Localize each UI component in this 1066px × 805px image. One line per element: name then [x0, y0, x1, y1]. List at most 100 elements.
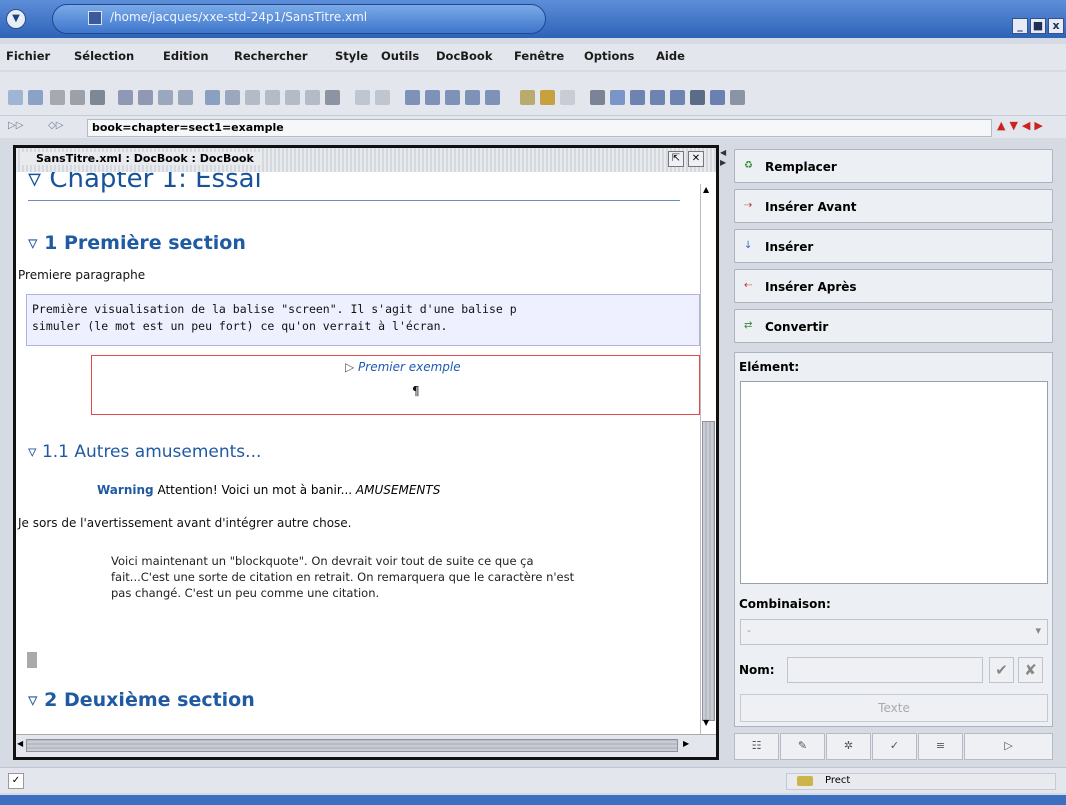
table-row-icon[interactable] [425, 90, 440, 105]
validity-check-icon[interactable]: ✓ [8, 773, 24, 789]
redo-icon[interactable] [138, 90, 153, 105]
vertical-scroll-thumb[interactable] [702, 421, 715, 721]
section-icon[interactable] [730, 90, 745, 105]
bold-icon[interactable] [520, 90, 535, 105]
blockquote[interactable]: Voici maintenant un "blockquote". On dev… [111, 553, 581, 601]
ordered-list-icon[interactable] [650, 90, 665, 105]
table-cell-icon[interactable] [465, 90, 480, 105]
document-content[interactable]: ▿ Chapter 1: Essai ▿ 1 Première section … [16, 172, 700, 734]
nom-input[interactable] [787, 657, 983, 683]
app-icon [88, 11, 102, 25]
split-icon[interactable] [355, 90, 370, 105]
menu-docbook[interactable]: DocBook [436, 49, 492, 63]
scroll-right-icon[interactable]: ▶ [683, 739, 689, 748]
menu-rechercher[interactable]: Rechercher [234, 49, 308, 63]
save-as-icon[interactable] [70, 90, 85, 105]
replace-button[interactable]: ♻ Remplacer [734, 149, 1053, 183]
itemized-list-icon[interactable] [630, 90, 645, 105]
menu-fenetre[interactable]: Fenêtre [514, 49, 564, 63]
tab-validity-icon[interactable]: ▷ [964, 733, 1053, 760]
replace-icon[interactable] [178, 90, 193, 105]
menu-edition[interactable]: Edition [163, 49, 209, 63]
horizontal-scroll-thumb[interactable] [26, 739, 678, 752]
paste-into-icon[interactable] [305, 90, 320, 105]
panel-divider-arrows-icon[interactable]: ◀ ▶ [720, 148, 726, 168]
example-block[interactable]: ▷ Premier exemple ¶ [91, 355, 700, 415]
menu-selection[interactable]: Sélection [74, 49, 134, 63]
undo-icon[interactable] [118, 90, 133, 105]
find-icon[interactable] [158, 90, 173, 105]
tab-attributes-icon[interactable]: ≡ [918, 733, 963, 760]
image-icon[interactable] [710, 90, 725, 105]
minimize-button[interactable]: _ [1012, 18, 1028, 34]
open-icon[interactable] [28, 90, 43, 105]
menu-outils[interactable]: Outils [381, 49, 419, 63]
copy-icon[interactable] [225, 90, 240, 105]
doc-close-icon[interactable]: ✕ [688, 151, 704, 167]
table-col-icon[interactable] [405, 90, 420, 105]
vertical-scrollbar[interactable]: ▲ ▼ [700, 184, 716, 734]
section1-title-text: 1 Première section [44, 232, 246, 254]
window-title: /home/jacques/xxe-std-24p1/SansTitre.xml [110, 10, 368, 24]
insert-button[interactable]: ↓ Insérer [734, 229, 1053, 263]
join-icon[interactable] [375, 90, 390, 105]
close-doc-icon[interactable] [90, 90, 105, 105]
cut-icon[interactable] [205, 90, 220, 105]
tab-edit-icon[interactable]: ✎ [780, 733, 825, 760]
insert-after-button[interactable]: ⇠ Insérer Après [734, 269, 1053, 303]
underline-icon[interactable] [560, 90, 575, 105]
delete-icon[interactable] [325, 90, 340, 105]
paragraph-1[interactable]: Premiere paragraphe [18, 268, 145, 282]
chevron-down-icon: ▾ [1035, 624, 1041, 637]
insert-table-icon[interactable] [690, 90, 705, 105]
scroll-up-icon[interactable]: ▲ [703, 185, 709, 194]
horizontal-scrollbar[interactable]: ◀ ▶ [16, 734, 716, 757]
empty-para-marker[interactable] [27, 652, 37, 668]
menu-aide[interactable]: Aide [656, 49, 685, 63]
menu-style[interactable]: Style [335, 49, 368, 63]
para-after-icon[interactable] [610, 90, 625, 105]
italic-icon[interactable] [540, 90, 555, 105]
paragraph-icon[interactable] [590, 90, 605, 105]
table-icon[interactable] [485, 90, 500, 105]
combinaison-select[interactable]: - ▾ [740, 619, 1048, 645]
paste-icon[interactable] [265, 90, 280, 105]
menu-options[interactable]: Options [584, 49, 634, 63]
tab-tree-icon[interactable]: ☷ [734, 733, 779, 760]
warning-block[interactable]: Warning Attention! Voici un mot à banir.… [97, 483, 440, 497]
close-button[interactable]: x [1048, 18, 1064, 34]
menu-fichier[interactable]: Fichier [6, 49, 50, 63]
path-nav-arrows-icon[interactable]: ▲▼◀▶ [997, 119, 1047, 132]
scroll-left-icon[interactable]: ◀ [17, 739, 23, 748]
save-icon[interactable] [50, 90, 65, 105]
paste-before-icon[interactable] [245, 90, 260, 105]
variable-list-icon[interactable] [670, 90, 685, 105]
paragraph-2[interactable]: Je sors de l'avertissement avant d'intég… [18, 516, 352, 530]
path-arrows-icon[interactable]: ▷▷ [8, 120, 42, 134]
paste-after-icon[interactable] [285, 90, 300, 105]
new-doc-icon[interactable] [8, 90, 23, 105]
path-select-icon[interactable]: ◇▷ [48, 120, 82, 134]
detach-icon[interactable]: ⇱ [668, 151, 684, 167]
insert-before-button[interactable]: ⇢ Insérer Avant [734, 189, 1053, 223]
confirm-check-icon[interactable]: ✔ [989, 657, 1014, 683]
node-path[interactable]: book=chapter=sect1=example [87, 119, 992, 137]
chapter-title[interactable]: ▿ Chapter 1: Essai [28, 172, 262, 194]
table-merge-icon[interactable] [445, 90, 460, 105]
convert-button[interactable]: ⇄ Convertir [734, 309, 1053, 343]
window-menu-icon[interactable]: ▼ [6, 9, 26, 29]
cancel-x-icon[interactable]: ✘ [1018, 657, 1043, 683]
tab-characters-icon[interactable]: ✲ [826, 733, 871, 760]
scroll-down-icon[interactable]: ▼ [703, 718, 709, 727]
element-list[interactable] [740, 381, 1048, 584]
maximize-button[interactable]: ■ [1030, 18, 1046, 34]
texte-button[interactable]: Texte [740, 694, 1048, 722]
screen-block[interactable]: Première visualisation de la balise "scr… [26, 294, 700, 346]
document-window: SansTitre.xml : DocBook : DocBook ⇱ ✕ ▿ … [13, 145, 719, 760]
section1-title[interactable]: ▿ 1 Première section [28, 232, 246, 254]
section11-title[interactable]: ▿ 1.1 Autres amusements... [28, 442, 261, 462]
example-title[interactable]: ▷ Premier exemple [345, 360, 461, 374]
section2-title[interactable]: ▿ 2 Deuxième section [28, 689, 255, 711]
tab-spell-icon[interactable]: ✓ [872, 733, 917, 760]
combinaison-label: Combinaison: [739, 597, 831, 611]
